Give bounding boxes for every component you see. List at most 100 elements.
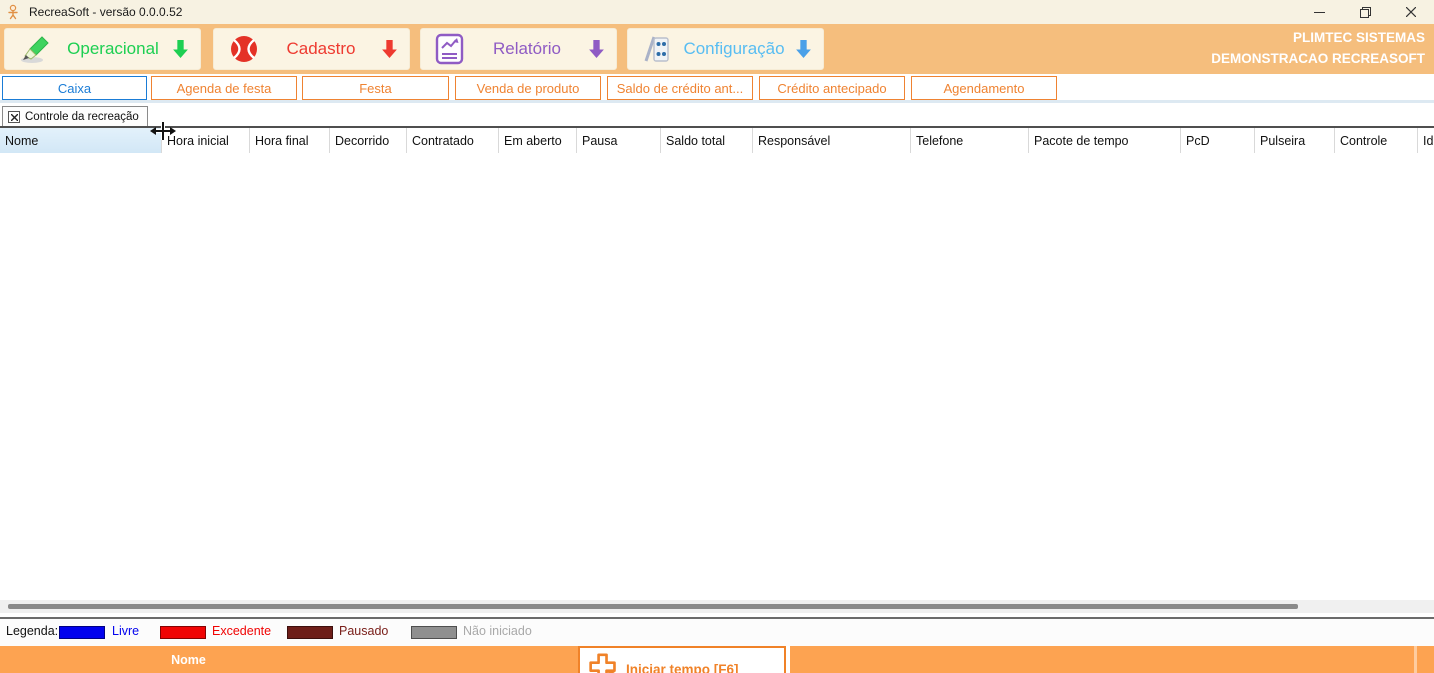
start-time-label: Iniciar tempo [F6] xyxy=(626,661,739,673)
tab-agendamento[interactable]: Agendamento xyxy=(911,76,1057,100)
column-label: Pausa xyxy=(582,133,618,148)
menu-label-cadastro: Cadastro xyxy=(286,39,356,58)
column-header-contratado[interactable]: Contratado xyxy=(407,128,499,153)
start-time-button[interactable]: Iniciar tempo [F6] xyxy=(578,646,786,673)
app-window: RecreaSoft - versão 0.0.0.52 Operacional… xyxy=(0,0,1434,673)
tabstrip-underline xyxy=(0,100,1434,103)
column-label: Pacote de tempo xyxy=(1034,133,1129,148)
legend-label-nao-iniciado: Não iniciado xyxy=(463,624,532,638)
close-icon xyxy=(1406,7,1416,17)
tab-label: Agendamento xyxy=(943,80,1025,96)
main-toolbar: Operacional Cadastro Relatório Configura… xyxy=(0,24,1434,74)
column-header-em-aberto[interactable]: Em aberto xyxy=(499,128,577,153)
horizontal-scrollbar[interactable] xyxy=(0,600,1434,613)
menu-button-configuracao[interactable]: Configuração xyxy=(627,28,824,70)
menu-label-operacional: Operacional xyxy=(67,39,159,58)
menu-label-relatorio: Relatório xyxy=(492,39,562,58)
bottom-column-header-nome[interactable]: Nome xyxy=(0,646,377,673)
menu-button-cadastro[interactable]: Cadastro xyxy=(213,28,410,70)
legend-swatch-excedente xyxy=(160,626,206,639)
column-header-pcd[interactable]: PcD xyxy=(1181,128,1255,153)
column-label: Hora final xyxy=(255,133,309,148)
down-arrow-icon xyxy=(173,39,188,58)
module-tabstrip: Caixa Agenda de festa Festa Venda de pro… xyxy=(0,74,1434,100)
bottom-column-separator xyxy=(1414,646,1417,673)
tab-label: Agenda de festa xyxy=(176,80,272,96)
column-label: Controle xyxy=(1340,133,1388,148)
menu-button-relatorio[interactable]: Relatório xyxy=(420,28,617,70)
column-header-pulseira[interactable]: Pulseira xyxy=(1255,128,1335,153)
bottom-grid-header-bar: Nome Iniciar tempo [F6] xyxy=(0,646,1434,673)
column-label: Telefone xyxy=(916,133,964,148)
legend-swatch-livre xyxy=(59,626,105,639)
legend-label-livre: Livre xyxy=(112,624,140,638)
menu-label-configuracao: Configuração xyxy=(683,39,785,58)
grid-body[interactable] xyxy=(0,153,1434,600)
close-button[interactable] xyxy=(1388,0,1434,24)
column-label: Hora inicial xyxy=(167,133,229,148)
subtab-label: Controle da recreação xyxy=(25,111,139,123)
bottom-grid-header-left: Nome xyxy=(0,646,578,673)
legend-swatch-pausado xyxy=(287,626,333,639)
highlighter-icon xyxy=(21,36,49,63)
column-resize-cursor-icon xyxy=(150,122,176,140)
legend-swatch-nao-iniciado xyxy=(411,626,457,639)
window-title: RecreaSoft - versão 0.0.0.52 xyxy=(29,5,183,19)
ball-icon xyxy=(231,36,257,62)
company-name: PLIMTEC SISTEMAS xyxy=(1292,30,1425,45)
tab-festa[interactable]: Festa xyxy=(302,76,449,100)
column-label: Saldo total xyxy=(666,133,726,148)
column-label: Decorrido xyxy=(335,133,390,148)
column-header-responsavel[interactable]: Responsável xyxy=(753,128,911,153)
column-label: Contratado xyxy=(412,133,474,148)
tab-label: Saldo de crédito ant... xyxy=(616,80,744,96)
close-tab-button[interactable] xyxy=(8,111,20,123)
column-header-telefone[interactable]: Telefone xyxy=(911,128,1029,153)
column-header-pacote-de-tempo[interactable]: Pacote de tempo xyxy=(1029,128,1181,153)
grid-header: Nome Hora inicial Hora final Decorrido C… xyxy=(0,128,1434,153)
tab-agenda-de-festa[interactable]: Agenda de festa xyxy=(151,76,297,100)
report-chart-icon xyxy=(435,33,464,65)
tab-label: Caixa xyxy=(57,80,92,96)
bottom-grid-header-right xyxy=(790,646,1434,673)
column-label: Nome xyxy=(171,652,206,667)
close-icon xyxy=(10,113,18,121)
tab-credito-antecipado[interactable]: Crédito antecipado xyxy=(759,76,905,100)
restore-button[interactable] xyxy=(1342,0,1388,24)
titlebar: RecreaSoft - versão 0.0.0.52 xyxy=(0,0,1434,24)
scrollbar-thumb[interactable] xyxy=(8,604,1298,609)
plus-clock-icon xyxy=(589,653,616,673)
tab-saldo-de-credito[interactable]: Saldo de crédito ant... xyxy=(607,76,753,100)
tab-label: Festa xyxy=(359,80,392,96)
column-header-decorrido[interactable]: Decorrido xyxy=(330,128,407,153)
column-label: Nome xyxy=(5,133,39,148)
column-header-saldo-total[interactable]: Saldo total xyxy=(661,128,753,153)
down-arrow-icon xyxy=(796,39,811,58)
tab-caixa[interactable]: Caixa xyxy=(2,76,147,100)
legend-label-pausado: Pausado xyxy=(339,624,389,638)
column-label: Responsável xyxy=(758,133,831,148)
menu-button-operacional[interactable]: Operacional xyxy=(4,28,201,70)
tab-label: Venda de produto xyxy=(476,80,580,96)
legend-title: Legenda: xyxy=(6,624,59,638)
legend-label-excedente: Excedente xyxy=(212,624,272,638)
column-header-pausa[interactable]: Pausa xyxy=(577,128,661,153)
column-header-hora-final[interactable]: Hora final xyxy=(250,128,330,153)
column-label: Em aberto xyxy=(504,133,562,148)
column-header-controle[interactable]: Controle xyxy=(1335,128,1418,153)
column-header-id[interactable]: Id xyxy=(1418,128,1434,153)
down-arrow-icon xyxy=(589,39,604,58)
down-arrow-icon xyxy=(382,39,397,58)
restore-icon xyxy=(1359,6,1371,18)
legend-bar: Legenda: Livre Excedente Pausado Não ini… xyxy=(0,619,1434,646)
company-banner: PLIMTEC SISTEMAS DEMONSTRACAO RECREASOFT xyxy=(1211,27,1425,69)
license-name: DEMONSTRACAO RECREASOFT xyxy=(1211,51,1425,66)
domino-icon xyxy=(644,36,669,62)
column-label: PcD xyxy=(1186,133,1210,148)
column-label: Id xyxy=(1423,133,1434,148)
column-header-nome[interactable]: Nome xyxy=(0,128,162,153)
subtab-controle-da-recreacao[interactable]: Controle da recreação xyxy=(2,106,148,127)
app-icon xyxy=(8,4,18,20)
tab-venda-de-produto[interactable]: Venda de produto xyxy=(455,76,601,100)
minimize-button[interactable] xyxy=(1296,0,1342,24)
